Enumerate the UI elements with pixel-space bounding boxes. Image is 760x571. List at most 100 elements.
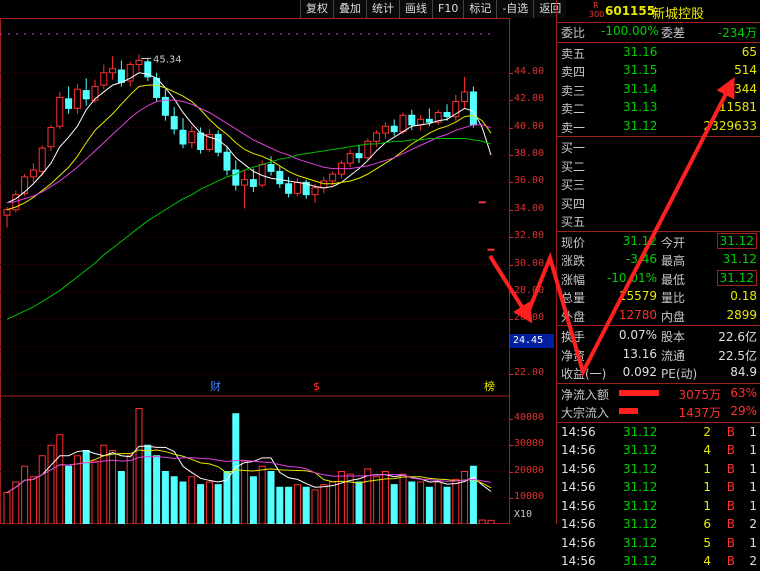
volume-axis-tick — [510, 471, 513, 473]
quote-row: 总量 15579 量比 0.18 — [557, 288, 760, 306]
candle — [355, 145, 363, 164]
tick-side: B — [726, 443, 735, 457]
flow-bar — [619, 389, 660, 396]
candle-body — [47, 127, 55, 148]
volume-value: 15579 — [618, 289, 657, 303]
volume-bar — [320, 484, 328, 524]
toolbar-button-0[interactable]: 复权 — [300, 0, 333, 18]
market-badge-top: R — [593, 1, 599, 10]
volume-bar — [285, 486, 293, 524]
volume-bar — [73, 455, 81, 524]
volume-bar — [337, 471, 345, 524]
candle-body — [249, 179, 257, 187]
pe-label: PE(动) — [661, 367, 698, 381]
inner-value: 2899 — [726, 307, 757, 322]
volume-bar — [47, 444, 55, 524]
change-value: -3.46 — [625, 252, 657, 266]
candle-body — [3, 209, 11, 216]
candle-body — [478, 201, 486, 204]
volume-bar — [135, 408, 143, 524]
price-axis-tick — [510, 374, 513, 376]
volume-bar — [390, 484, 398, 524]
candle-body — [29, 169, 37, 178]
candle — [188, 126, 196, 149]
tick-price: 31.12 — [623, 443, 658, 457]
eps-value: 0.092 — [622, 365, 657, 379]
ask-price: 31.12 — [623, 118, 658, 133]
flow-pct: 63% — [730, 385, 757, 400]
volume-bar — [478, 519, 486, 524]
candle — [452, 94, 460, 121]
ask-price: 31.14 — [623, 81, 658, 96]
price-axis-tick — [510, 72, 513, 74]
toolbar-button-2[interactable]: 统计 — [366, 0, 399, 18]
tick-row: 14:56 31.12 6 B 2 — [557, 516, 760, 534]
event-marker: $ — [313, 380, 320, 393]
flow-pct: 29% — [730, 404, 757, 418]
candle-body — [100, 72, 108, 86]
tick-time: 14:56 — [561, 498, 596, 513]
order-ratio-row: 委比 -100.00% 委差 -234万 — [557, 23, 760, 41]
eps-label: 收益(一) — [561, 367, 607, 381]
toolbar-button-5[interactable]: 标记 — [463, 0, 497, 18]
flow-label: 净流入额 — [561, 387, 610, 402]
tick-price: 31.12 — [623, 535, 658, 550]
event-marker: 财 — [210, 379, 221, 393]
tick-row: 14:56 31.12 1 B 1 — [557, 461, 760, 479]
tick-side: B — [726, 480, 735, 494]
ask-row: 卖一 31.12 2329633 — [557, 118, 760, 136]
tick-volume: 6 — [703, 517, 711, 531]
price-axis-tick — [510, 209, 513, 211]
quote-row: 涨幅 -10.01% 最低 31.12 — [557, 269, 760, 288]
tick-time: 14:56 — [561, 424, 596, 439]
toolbar-button-3[interactable]: 画线 — [399, 0, 432, 18]
candle — [364, 138, 372, 161]
chart-toolbar: 复权 叠加 统计 画线 F10 标记 -自选 返回 — [300, 0, 567, 18]
toolbar-button-4[interactable]: F10 — [432, 0, 464, 18]
candle-body — [214, 133, 222, 153]
vr-value: 0.18 — [730, 289, 757, 303]
candle-body — [232, 169, 240, 186]
volume-bar — [329, 481, 337, 524]
price-axis-label: 26.00 — [514, 312, 545, 324]
candle — [100, 64, 108, 90]
price-value: 31.12 — [622, 233, 657, 248]
panel-separator — [557, 325, 760, 326]
candle-body — [469, 91, 477, 126]
tick-time: 14:56 — [561, 480, 596, 494]
toolbar-button-6[interactable]: -自选 — [496, 0, 534, 18]
fundamental-row: 净资 13.16 流通 22.5亿 — [557, 346, 760, 364]
volume-bar — [29, 476, 37, 524]
tick-volume: 2 — [703, 424, 711, 439]
candle — [390, 119, 398, 136]
kline-chart[interactable]: 45.34 财 $ 榜 — [0, 18, 510, 524]
candle — [214, 130, 222, 157]
price-axis-label: 34.00 — [514, 202, 545, 214]
price-axis-label: 44.00 — [514, 65, 545, 77]
candle-body — [285, 183, 293, 194]
tick-row: 14:56 31.12 5 B 1 — [557, 535, 760, 553]
candle-body — [73, 88, 81, 109]
tick-side: B — [726, 461, 735, 476]
nav-value: 13.16 — [622, 346, 657, 361]
tick-count: 1 — [749, 461, 757, 476]
candle — [161, 89, 169, 121]
volume-bar — [161, 471, 169, 524]
volume-bar — [170, 476, 178, 524]
volume-bar — [56, 434, 64, 524]
tick-price: 31.12 — [623, 517, 658, 531]
vr-label: 量比 — [661, 291, 686, 305]
tick-side: B — [726, 554, 735, 568]
candle — [21, 174, 29, 197]
tick-row: 14:56 31.12 1 B 1 — [557, 498, 760, 516]
candle-body — [117, 69, 125, 83]
open-value: 31.12 — [716, 232, 757, 249]
quote-row: 现价 31.12 今开 31.12 — [557, 232, 760, 251]
ratio-label: 委比 — [561, 26, 586, 40]
inner-label: 内盘 — [661, 309, 686, 324]
tick-count: 1 — [749, 498, 757, 513]
volume-bar — [373, 476, 381, 524]
tick-row: 14:56 31.12 2 B 1 — [557, 424, 760, 442]
toolbar-button-1[interactable]: 叠加 — [333, 0, 366, 18]
quote-row: 外盘 12780 内盘 2899 — [557, 307, 760, 325]
